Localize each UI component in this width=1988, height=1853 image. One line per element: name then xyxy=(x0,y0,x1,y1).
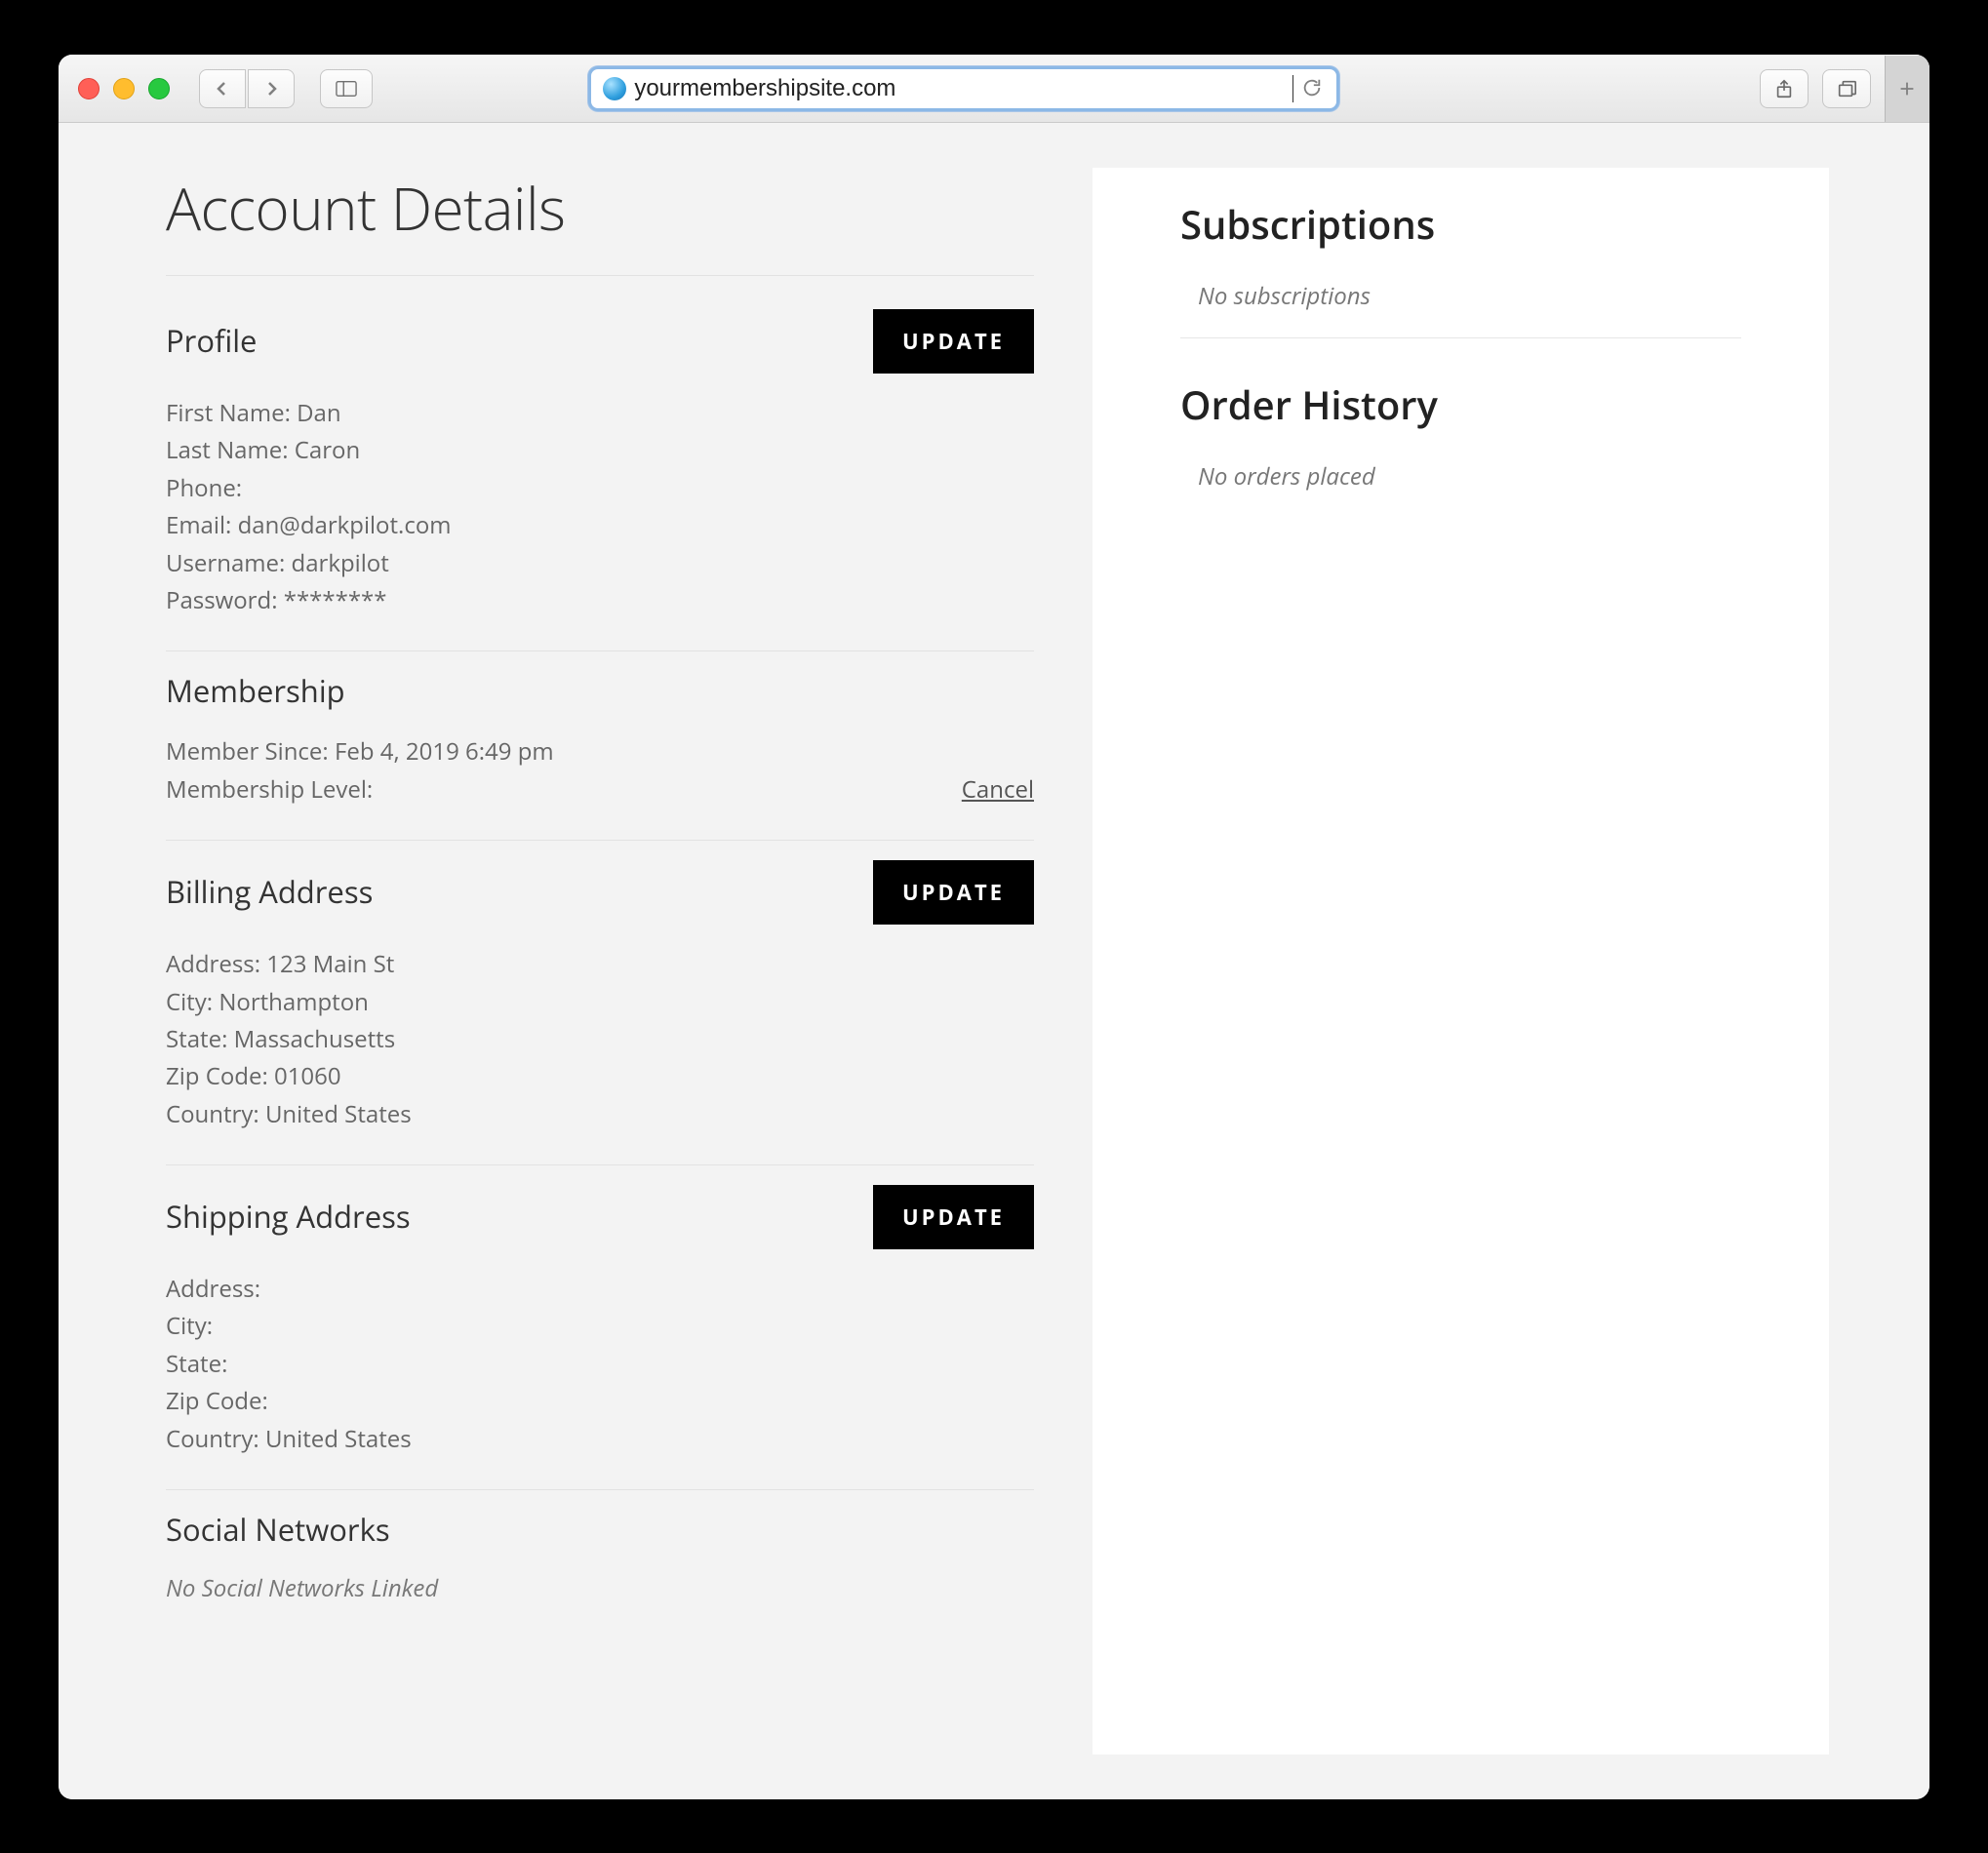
social-heading: Social Networks xyxy=(166,1510,390,1551)
orders-heading: Order History xyxy=(1180,377,1741,460)
shipping-state: State xyxy=(166,1346,1034,1383)
billing-section: Billing Address UPDATE Address123 Main S… xyxy=(166,850,1034,1165)
minimize-window-icon[interactable] xyxy=(113,78,135,99)
shipping-country: CountryUnited States xyxy=(166,1421,1034,1458)
page-title: Account Details xyxy=(166,168,1034,276)
update-billing-button[interactable]: UPDATE xyxy=(873,860,1034,925)
new-tab-button[interactable] xyxy=(1885,56,1929,122)
orders-empty: No orders placed xyxy=(1180,460,1741,493)
billing-city: CityNorthampton xyxy=(166,984,1034,1021)
subscriptions-block: Subscriptions No subscriptions xyxy=(1180,197,1741,338)
subscriptions-heading: Subscriptions xyxy=(1180,197,1741,280)
profile-heading: Profile xyxy=(166,321,257,362)
main-column: Account Details Profile UPDATE First Nam… xyxy=(59,168,1034,1754)
social-section: Social Networks No Social Networks Linke… xyxy=(166,1500,1034,1636)
reload-icon[interactable] xyxy=(1301,77,1325,100)
billing-address: Address123 Main St xyxy=(166,946,1034,983)
toolbar-right xyxy=(1760,56,1910,122)
profile-last-name: Last NameCaron xyxy=(166,432,1034,469)
billing-country: CountryUnited States xyxy=(166,1096,1034,1133)
url-text: yourmembershipsite.com xyxy=(634,75,1293,102)
browser-window: yourmembershipsite.com Account Details P xyxy=(59,55,1929,1799)
address-bar[interactable]: yourmembershipsite.com xyxy=(588,66,1339,111)
shipping-zip: Zip Code xyxy=(166,1383,1034,1420)
profile-section: Profile UPDATE First NameDan Last NameCa… xyxy=(166,299,1034,651)
shipping-city: City xyxy=(166,1308,1034,1345)
update-shipping-button[interactable]: UPDATE xyxy=(873,1185,1034,1249)
profile-email: Emaildan@darkpilot.com xyxy=(166,507,1034,544)
profile-phone: Phone xyxy=(166,470,1034,507)
tabs-button[interactable] xyxy=(1822,69,1871,108)
billing-zip: Zip Code01060 xyxy=(166,1058,1034,1095)
cancel-membership-link[interactable]: Cancel xyxy=(962,771,1034,808)
sidebar-toggle-button[interactable] xyxy=(320,69,373,108)
billing-state: StateMassachusetts xyxy=(166,1021,1034,1058)
membership-level: Membership Level Cancel xyxy=(166,771,1034,808)
sidebar-column: Subscriptions No subscriptions Order His… xyxy=(1093,168,1829,1754)
forward-button[interactable] xyxy=(248,69,295,108)
membership-since: Member SinceFeb 4, 2019 6:49 pm xyxy=(166,733,1034,770)
browser-toolbar: yourmembershipsite.com xyxy=(59,55,1929,123)
shipping-heading: Shipping Address xyxy=(166,1197,411,1238)
orders-block: Order History No orders placed xyxy=(1180,377,1741,493)
nav-buttons xyxy=(199,69,295,108)
back-button[interactable] xyxy=(199,69,246,108)
maximize-window-icon[interactable] xyxy=(148,78,170,99)
page-content: Account Details Profile UPDATE First Nam… xyxy=(59,123,1929,1799)
membership-section: Membership Member SinceFeb 4, 2019 6:49 … xyxy=(166,661,1034,841)
globe-icon xyxy=(603,77,626,100)
shipping-address: Address xyxy=(166,1271,1034,1308)
window-controls xyxy=(78,78,170,99)
profile-password: Password******** xyxy=(166,582,1034,619)
shipping-section: Shipping Address UPDATE Address City Sta… xyxy=(166,1175,1034,1490)
share-button[interactable] xyxy=(1760,69,1809,108)
profile-first-name: First NameDan xyxy=(166,395,1034,432)
close-window-icon[interactable] xyxy=(78,78,99,99)
membership-heading: Membership xyxy=(166,671,345,712)
subscriptions-empty: No subscriptions xyxy=(1180,280,1741,312)
social-empty: No Social Networks Linked xyxy=(166,1572,1034,1604)
profile-username: Usernamedarkpilot xyxy=(166,545,1034,582)
billing-heading: Billing Address xyxy=(166,872,373,913)
update-profile-button[interactable]: UPDATE xyxy=(873,309,1034,374)
